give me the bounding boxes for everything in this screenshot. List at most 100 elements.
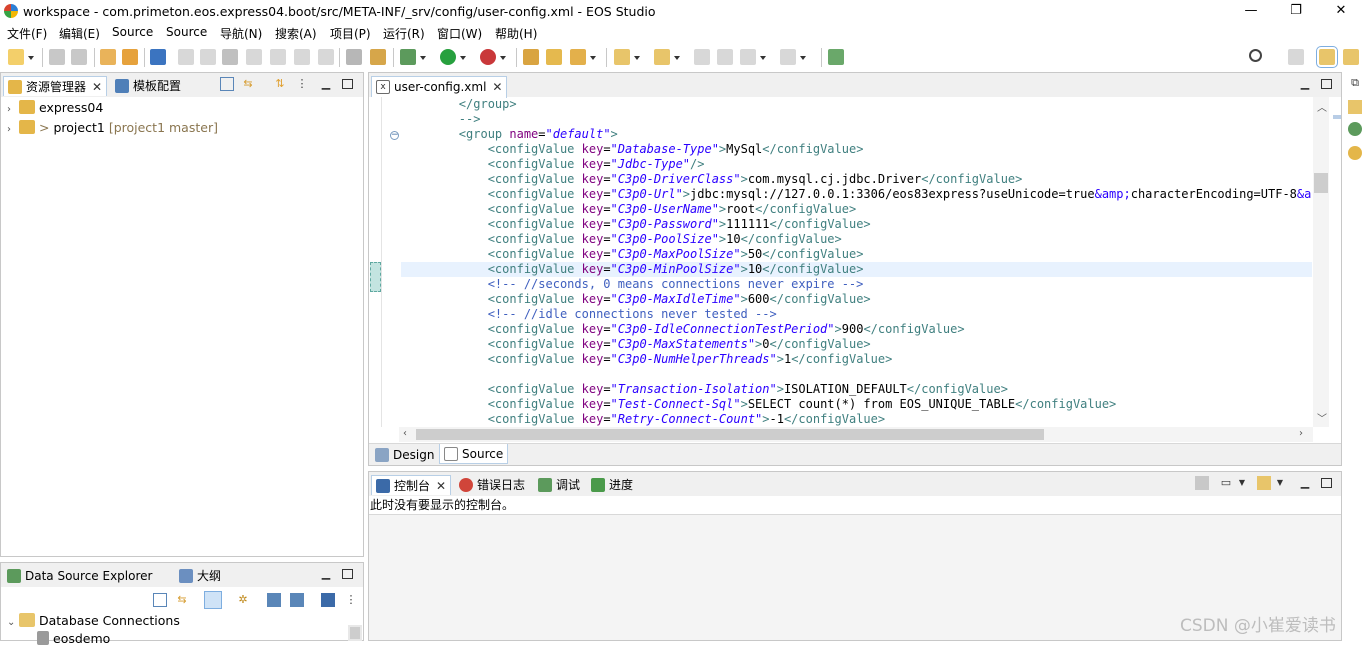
menu-navigate[interactable]: 导航(N) bbox=[220, 25, 262, 42]
clean-icon[interactable] bbox=[122, 49, 138, 65]
minimize-view-icon[interactable]: ▁ bbox=[319, 567, 333, 581]
restore-view-icon[interactable]: ⧉ bbox=[1348, 76, 1362, 90]
scrollbar-thumb[interactable] bbox=[416, 429, 1044, 440]
fold-toggle-icon[interactable]: − bbox=[390, 131, 399, 140]
code-line[interactable]: <configValue key="Database-Type">MySql</… bbox=[401, 142, 1312, 157]
close-tab-icon[interactable]: ✕ bbox=[436, 476, 446, 496]
tab-error-log[interactable]: 错误日志 bbox=[455, 475, 529, 495]
prev-annotation-icon[interactable] bbox=[654, 49, 680, 65]
menu-help[interactable]: 帮助(H) bbox=[495, 25, 537, 42]
save-profile-icon[interactable] bbox=[321, 593, 335, 607]
tasks-view-icon[interactable] bbox=[1348, 100, 1362, 114]
code-line[interactable]: --> bbox=[401, 112, 1312, 127]
git-view-icon[interactable] bbox=[1348, 146, 1362, 160]
import-icon[interactable] bbox=[267, 593, 281, 607]
maximize-view-icon[interactable] bbox=[342, 79, 353, 89]
display-console-icon[interactable]: ▭ bbox=[1219, 476, 1233, 490]
code-line[interactable]: <configValue key="Test-Connect-Sql">SELE… bbox=[401, 397, 1312, 412]
display-console-dropdown-icon[interactable]: ▼ bbox=[1235, 476, 1249, 490]
search-icon[interactable] bbox=[1249, 49, 1262, 62]
scrollbar-thumb[interactable] bbox=[350, 627, 360, 639]
run-icon[interactable] bbox=[440, 49, 466, 65]
minimize-view-icon[interactable]: ▁ bbox=[1298, 476, 1312, 490]
refactor-icon[interactable] bbox=[370, 49, 386, 65]
open-console-dropdown-icon[interactable]: ▼ bbox=[1273, 476, 1287, 490]
expand-arrow-icon[interactable]: ⌄ bbox=[7, 613, 19, 632]
new-icon[interactable] bbox=[8, 49, 34, 65]
editor-vertical-scrollbar[interactable]: ︿ ﹀ bbox=[1313, 97, 1329, 427]
last-edit-icon[interactable] bbox=[694, 49, 710, 65]
tab-user-config-xml[interactable]: x user-config.xml ✕ bbox=[371, 76, 508, 98]
code-line[interactable]: <configValue key="C3p0-UserName">root</c… bbox=[401, 202, 1312, 217]
menu-search[interactable]: 搜索(A) bbox=[275, 25, 317, 42]
minimize-editor-icon[interactable]: ▁ bbox=[1298, 77, 1312, 91]
tree-view-icon[interactable] bbox=[204, 591, 222, 609]
maximize-view-icon[interactable] bbox=[1321, 478, 1332, 488]
tree-item-project1[interactable]: › > project1 [project1 master] bbox=[7, 118, 218, 137]
terminate-icon[interactable] bbox=[222, 49, 238, 65]
close-tab-icon[interactable]: ✕ bbox=[92, 77, 102, 97]
resume-icon[interactable] bbox=[178, 49, 194, 65]
menu-run[interactable]: 运行(R) bbox=[383, 25, 425, 42]
suspend-icon[interactable] bbox=[200, 49, 216, 65]
code-line[interactable]: <!-- //seconds, 0 means connections neve… bbox=[401, 277, 1312, 292]
link-editor-icon[interactable]: ⇆ bbox=[241, 77, 255, 91]
collapse-all-icon[interactable] bbox=[153, 593, 167, 607]
next-annotation-icon[interactable] bbox=[614, 49, 640, 65]
code-line[interactable]: <configValue key="C3p0-Url">jdbc:mysql:/… bbox=[401, 187, 1312, 202]
build-icon[interactable] bbox=[100, 49, 116, 65]
step-over-icon[interactable] bbox=[294, 49, 310, 65]
tab-template-config[interactable]: 模板配置 bbox=[111, 76, 185, 96]
save-all-icon[interactable] bbox=[71, 49, 87, 65]
sync-icon[interactable]: ⇅ bbox=[273, 77, 287, 91]
menu-project[interactable]: 项目(P) bbox=[330, 25, 371, 42]
open-type-icon[interactable] bbox=[523, 49, 539, 65]
eos-perspective-icon[interactable] bbox=[1316, 46, 1338, 68]
debug-icon[interactable] bbox=[400, 49, 426, 65]
view-menu-icon[interactable]: ⋮ bbox=[295, 77, 309, 91]
tab-resource-explorer[interactable]: 资源管理器 ✕ bbox=[3, 76, 108, 97]
tree-item-database-connections[interactable]: ⌄ Database Connections bbox=[7, 611, 180, 630]
xml-code-area[interactable]: </group> --> <group name="default"> <con… bbox=[401, 97, 1312, 426]
link-editor-icon[interactable]: ⇆ bbox=[175, 593, 189, 607]
restore-button[interactable]: ❐ bbox=[1273, 0, 1319, 24]
export-icon[interactable] bbox=[290, 593, 304, 607]
code-line[interactable]: <configValue key="Retry-Connect-Count">-… bbox=[401, 412, 1312, 426]
code-line[interactable]: <configValue key="C3p0-Password">111111<… bbox=[401, 217, 1312, 232]
tab-source[interactable]: Source bbox=[439, 444, 509, 464]
scrollbar-thumb[interactable] bbox=[1314, 173, 1328, 193]
format-icon[interactable] bbox=[346, 49, 362, 65]
tree-item-express04[interactable]: › express04 bbox=[7, 98, 103, 117]
menu-source-2[interactable]: Source bbox=[166, 25, 207, 39]
code-line[interactable]: <configValue key="Transaction-Isolation"… bbox=[401, 382, 1312, 397]
tree-item-eosdemo[interactable]: eosdemo bbox=[25, 629, 110, 648]
code-line[interactable]: <group name="default"> bbox=[401, 127, 1312, 142]
code-line[interactable]: <configValue key="C3p0-DriverClass">com.… bbox=[401, 172, 1312, 187]
code-line[interactable]: </group> bbox=[401, 97, 1312, 112]
scroll-right-icon[interactable]: › bbox=[1299, 428, 1303, 439]
back-icon[interactable] bbox=[740, 49, 766, 65]
step-return-icon[interactable] bbox=[318, 49, 334, 65]
tab-debug[interactable]: 调试 bbox=[534, 475, 584, 495]
close-tab-icon[interactable]: ✕ bbox=[492, 77, 502, 97]
minimize-view-icon[interactable]: ▁ bbox=[319, 77, 333, 91]
code-line[interactable]: <configValue key="C3p0-MaxIdleTime">600<… bbox=[401, 292, 1312, 307]
menu-edit[interactable]: 编辑(E) bbox=[59, 25, 100, 42]
forward-icon[interactable] bbox=[780, 49, 806, 65]
save-icon[interactable] bbox=[49, 49, 65, 65]
terminal-icon[interactable] bbox=[150, 49, 166, 65]
expand-arrow-icon[interactable]: › bbox=[7, 120, 19, 139]
forward-edit-icon[interactable] bbox=[717, 49, 733, 65]
scroll-down-icon[interactable]: ﹀ bbox=[1317, 410, 1327, 425]
menu-source-1[interactable]: Source bbox=[112, 25, 153, 39]
code-line[interactable]: <configValue key="C3p0-MaxStatements">0<… bbox=[401, 337, 1312, 352]
vertical-scrollbar[interactable] bbox=[348, 625, 362, 641]
pin-console-icon[interactable] bbox=[1195, 476, 1209, 490]
menu-file[interactable]: 文件(F) bbox=[7, 25, 47, 42]
code-line[interactable]: <configValue key="C3p0-MinPoolSize">10</… bbox=[401, 262, 1312, 277]
view-menu-icon[interactable]: ⋮ bbox=[344, 593, 358, 607]
external-tools-icon[interactable] bbox=[480, 49, 506, 65]
tab-outline[interactable]: 大纲 bbox=[175, 566, 225, 586]
menu-window[interactable]: 窗口(W) bbox=[437, 25, 482, 42]
code-line[interactable]: <configValue key="Jdbc-Type"/> bbox=[401, 157, 1312, 172]
